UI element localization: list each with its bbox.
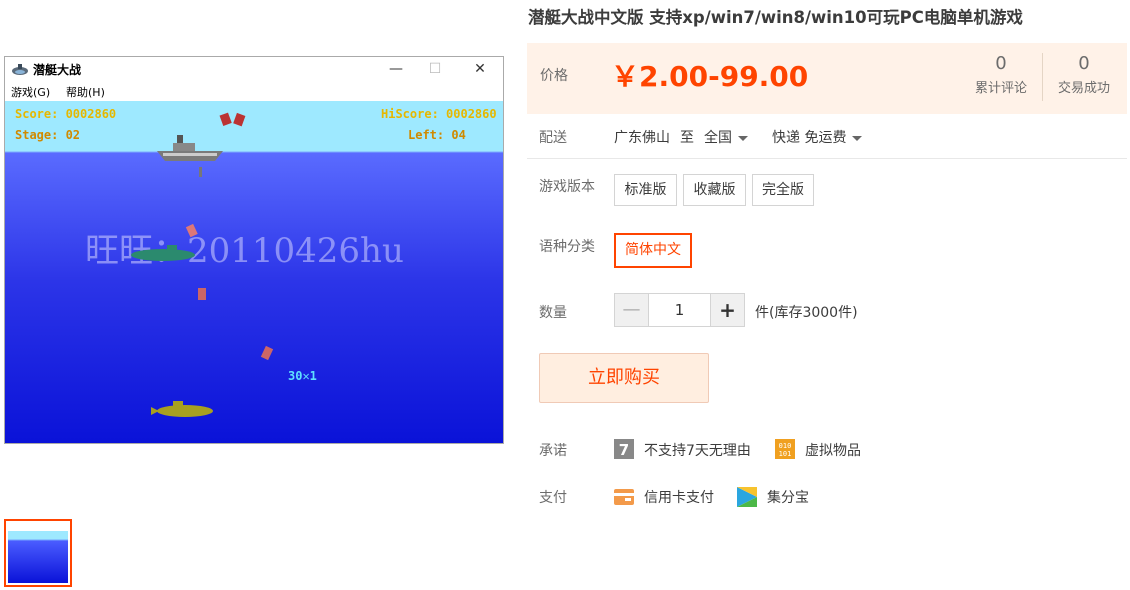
stat-divider	[1042, 53, 1043, 101]
menu-game[interactable]: 游戏(G)	[11, 84, 50, 100]
close-icon[interactable]: ✕	[465, 59, 495, 79]
window-titlebar: 潜艇大战 — ☐ ✕	[5, 57, 503, 81]
chevron-down-icon	[852, 135, 863, 141]
credit-card-icon	[614, 489, 634, 505]
language-label: 语种分类	[539, 239, 595, 255]
thumbnail-image	[8, 523, 68, 583]
combo-score-popup: 30✕1	[288, 369, 317, 383]
edition-option-standard[interactable]: 标准版	[614, 174, 677, 206]
edition-option-complete[interactable]: 完全版	[752, 174, 814, 206]
price-value: ￥2.00-99.00	[611, 60, 809, 93]
payment-credit-card: 信用卡支付	[644, 490, 714, 506]
shipping-method-select[interactable]: 快递 免运费	[772, 127, 863, 147]
shipping-to-word: 至	[680, 130, 694, 146]
price-box: 价格 ￥2.00-99.00 0 累计评论 0 交易成功	[527, 43, 1127, 114]
enemy-submarine-sprite	[151, 401, 213, 417]
shipping-destination-select[interactable]: 全国	[704, 127, 748, 147]
buy-now-button[interactable]: 立即购买	[539, 353, 709, 403]
quantity-increase-button[interactable]: +	[710, 293, 745, 327]
stock-info: 件(库存3000件)	[755, 305, 858, 321]
warship-sprite	[157, 135, 223, 177]
svg-text:7: 7	[619, 441, 629, 459]
window-title: 潜艇大战	[33, 63, 82, 77]
submarine-app-icon	[12, 64, 28, 75]
depth-charge-sprite	[219, 112, 246, 127]
language-option-simplified-chinese[interactable]: 简体中文	[614, 233, 692, 268]
game-screenshot: 潜艇大战 — ☐ ✕ 游戏(G) 帮助(H) Score: 0002860 Hi…	[4, 56, 504, 444]
stage-readout: Stage: 02	[15, 128, 81, 142]
quantity-decrease-button[interactable]: —	[614, 293, 649, 327]
price-label: 价格	[540, 68, 568, 84]
menu-help[interactable]: 帮助(H)	[66, 84, 105, 100]
divider	[527, 158, 1127, 159]
shipping-label: 配送	[539, 130, 567, 146]
minimize-icon[interactable]: —	[381, 59, 411, 79]
depth-charge-sprite	[185, 223, 198, 238]
edition-label: 游戏版本	[539, 179, 595, 195]
hiscore-readout: HiScore: 0002860	[381, 107, 497, 121]
edition-option-collector[interactable]: 收藏版	[683, 174, 746, 206]
promise-label: 承诺	[539, 443, 567, 459]
maximize-icon[interactable]: ☐	[420, 59, 450, 79]
svg-text:010: 010	[779, 442, 792, 450]
review-count[interactable]: 0 累计评论	[961, 53, 1041, 96]
promise-no-7day-return: 不支持7天无理由	[644, 443, 751, 459]
score-readout: Score: 0002860	[15, 107, 117, 121]
quantity-label: 数量	[539, 305, 567, 321]
shipping-origin: 广东佛山	[614, 130, 670, 146]
quantity-input[interactable]: 1	[648, 293, 711, 327]
virtual-goods-icon: 010 101	[775, 439, 795, 459]
payment-jifenbao: 集分宝	[767, 490, 809, 506]
enemy-submarine-sprite	[131, 245, 195, 261]
transaction-count[interactable]: 0 交易成功	[1044, 53, 1124, 96]
lives-left-readout: Left: 04	[408, 128, 466, 142]
depth-charge-sprite	[198, 288, 206, 300]
promise-virtual-goods: 虚拟物品	[805, 443, 861, 459]
image-thumbnail-selected[interactable]	[4, 519, 72, 587]
jifenbao-icon	[737, 487, 757, 507]
depth-charge-sprite	[260, 345, 274, 361]
chevron-down-icon	[738, 135, 748, 141]
no-7day-return-icon: 7	[614, 439, 634, 459]
payment-label: 支付	[539, 490, 567, 506]
window-menubar: 游戏(G) 帮助(H)	[5, 81, 503, 101]
svg-text:101: 101	[779, 450, 792, 458]
product-title: 潜艇大战中文版 支持xp/win7/win8/win10可玩PC电脑单机游戏	[528, 8, 1023, 27]
game-scene: Score: 0002860 HiScore: 0002860 Stage: 0…	[5, 101, 503, 443]
